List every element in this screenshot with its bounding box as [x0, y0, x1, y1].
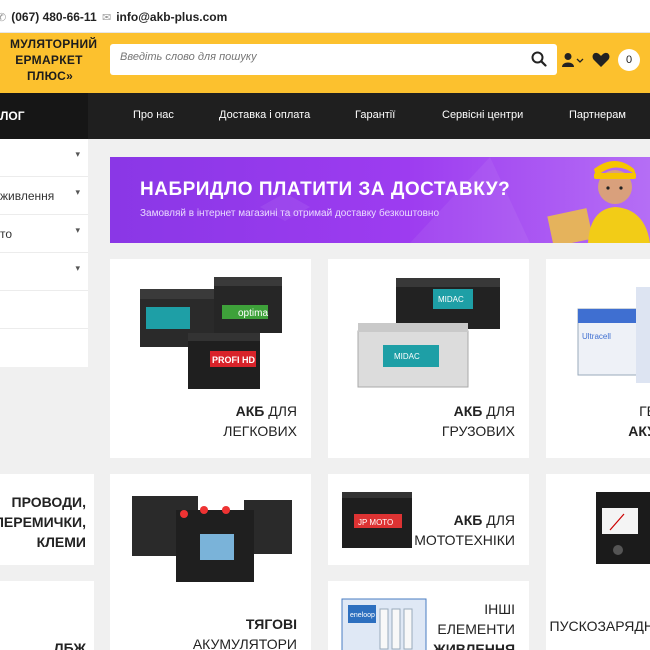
category-caption: ПРОВОДИ, ПЕРЕМИЧКИ, КЛЕМИ: [0, 494, 86, 550]
product-label: MIDAC: [438, 295, 464, 304]
site-logo[interactable]: МУЛЯТОРНИЙ ЕРМАРКЕТ ПЛЮС»: [0, 36, 97, 84]
main-nav: ЛОГ Про нас Доставка і оплата Гарантії С…: [0, 93, 650, 139]
top-bar: ✆ (067) 480-66-11 ✉ info@akb-plus.com: [0, 0, 650, 33]
chevron-down-icon: ▾: [75, 225, 80, 235]
nav-link-service-centers[interactable]: Сервісні центри: [442, 109, 523, 121]
sidebar-item[interactable]: ▾: [0, 253, 88, 291]
product-label: JP MOTO: [358, 518, 393, 527]
product-label: optima: [238, 308, 268, 319]
header-actions: 0: [562, 49, 640, 71]
sidebar-item[interactable]: то ▾: [0, 215, 88, 253]
category-card-truck-batteries[interactable]: MIDAC MIDAC АКБ ДЛЯ ГРУЗОВИХ: [328, 259, 529, 458]
category-caption: АКБ ДЛЯ МОТОТЕХНІКИ: [414, 512, 515, 548]
truck-batteries-image: MIDAC MIDAC: [357, 278, 500, 388]
product-label: Ultracell: [582, 332, 611, 341]
gel-batteries-image: Ultracell: [577, 287, 650, 383]
search-icon[interactable]: [531, 51, 547, 67]
phone-icon: ✆: [0, 11, 7, 24]
category-caption: ІНШІ ЕЛЕМЕНТИ ЖИВЛЕННЯ: [433, 601, 515, 650]
email-link[interactable]: ✉ info@akb-plus.com: [102, 10, 227, 24]
sidebar-item[interactable]: [0, 291, 88, 329]
car-batteries-image: optima PROFI HD: [140, 277, 282, 389]
heart-icon[interactable]: [592, 52, 610, 68]
banner-subtitle: Замовляй в інтернет магазині та отримай …: [140, 208, 439, 219]
category-card-traction-batteries[interactable]: ТЯГОВІ АКУМУЛЯТОРИ: [110, 474, 311, 650]
search-input[interactable]: [120, 51, 520, 63]
product-label: MIDAC: [394, 352, 420, 361]
nav-link-about[interactable]: Про нас: [133, 109, 174, 121]
banner-title: НАБРИДЛО ПЛАТИТИ ЗА ДОСТАВКУ?: [140, 179, 511, 200]
chevron-down-icon: ▾: [75, 149, 80, 159]
mail-icon: ✉: [102, 11, 112, 24]
other-power-image: eneloop: [341, 598, 427, 650]
user-icon[interactable]: [562, 52, 584, 68]
category-caption: ЛБЖ: [53, 640, 86, 650]
sidebar-item[interactable]: ▾: [0, 139, 88, 177]
category-card-other-power[interactable]: eneloop ІНШІ ЕЛЕМЕНТИ ЖИВЛЕННЯ: [328, 581, 529, 650]
chevron-down-icon: ▾: [75, 187, 80, 197]
category-caption: ПУСКОЗАРЯДН: [549, 618, 650, 634]
nav-link-guarantees[interactable]: Гарантії: [355, 109, 395, 121]
category-card-gel-batteries[interactable]: Ultracell ГЕ АКУ: [546, 259, 650, 458]
header: МУЛЯТОРНИЙ ЕРМАРКЕТ ПЛЮС» 0: [0, 33, 650, 93]
charger-image: [596, 492, 650, 564]
category-card-chargers[interactable]: ПУСКОЗАРЯДН: [546, 474, 650, 650]
product-label: PROFI HD: [212, 355, 256, 365]
catalog-button[interactable]: ЛОГ: [0, 93, 88, 139]
search-box: [110, 44, 557, 75]
nav-link-partners[interactable]: Партнерам: [569, 109, 626, 121]
product-label: eneloop: [350, 612, 375, 619]
sidebar-item[interactable]: живлення ▾: [0, 177, 88, 215]
nav-link-delivery[interactable]: Доставка і оплата: [219, 109, 310, 121]
category-caption: АКБ ДЛЯ ГРУЗОВИХ: [441, 403, 515, 439]
category-caption: ГЕ АКУ: [628, 403, 650, 439]
category-card-cables[interactable]: ПРОВОДИ, ПЕРЕМИЧКИ, КЛЕМИ: [0, 474, 94, 565]
sidebar-item[interactable]: [0, 329, 88, 367]
chevron-down-icon: ▾: [75, 263, 80, 273]
category-card-moto-batteries[interactable]: JP MOTO АКБ ДЛЯ МОТОТЕХНІКИ: [328, 474, 529, 565]
catalog-sidebar: ▾ живлення ▾ то ▾ ▾: [0, 139, 88, 367]
promo-banner[interactable]: НАБРИДЛО ПЛАТИТИ ЗА ДОСТАВКУ? Замовляй в…: [110, 157, 650, 243]
traction-batteries-image: [132, 496, 292, 582]
category-caption: АКБ ДЛЯ ЛЕГКОВИХ: [223, 403, 297, 439]
wishlist-count-badge: 0: [618, 49, 640, 71]
phone-link[interactable]: ✆ (067) 480-66-11: [0, 10, 97, 24]
category-card-ups[interactable]: ЛБЖ: [0, 581, 94, 650]
category-card-car-batteries[interactable]: optima PROFI HD АКБ ДЛЯ ЛЕГКОВИХ: [110, 259, 311, 458]
category-caption: ТЯГОВІ АКУМУЛЯТОРИ: [192, 616, 297, 650]
